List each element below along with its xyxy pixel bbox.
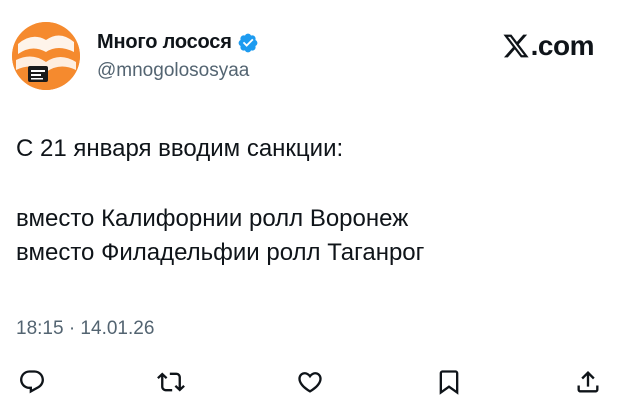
author-display-name[interactable]: Много лосося xyxy=(97,31,232,54)
author-handle[interactable]: @mnogolososyaa xyxy=(97,60,249,82)
bookmark-icon xyxy=(439,370,459,395)
retweet-icon xyxy=(157,372,185,392)
tweet-actions xyxy=(12,362,608,402)
x-logo-icon xyxy=(503,34,529,58)
avatar-logo-icon xyxy=(12,22,80,90)
share-button[interactable] xyxy=(568,362,608,402)
tweet-line: вместо Калифорнии ролл Воронеж xyxy=(16,205,409,232)
retweet-button[interactable] xyxy=(151,362,191,402)
x-site-text: .com xyxy=(530,30,595,61)
tweet-line: С 21 января вводим санкции: xyxy=(16,135,344,162)
avatar[interactable] xyxy=(12,22,80,90)
tweet-line: вместо Филадельфии ролл Таганрог xyxy=(16,239,425,266)
x-brand: .com xyxy=(502,30,595,62)
tweet-text: С 21 января вводим санкции: вместо Калиф… xyxy=(16,132,606,270)
tweet-timestamp[interactable]: 18:15 · 14.01.26 xyxy=(16,318,154,340)
verified-badge-icon xyxy=(237,32,259,54)
bookmark-button[interactable] xyxy=(429,362,469,402)
reply-icon xyxy=(20,370,44,394)
like-icon xyxy=(298,372,322,393)
like-button[interactable] xyxy=(290,362,330,402)
reply-button[interactable] xyxy=(12,362,52,402)
author-name-row[interactable]: Много лосося xyxy=(97,31,259,54)
share-icon xyxy=(577,371,599,393)
